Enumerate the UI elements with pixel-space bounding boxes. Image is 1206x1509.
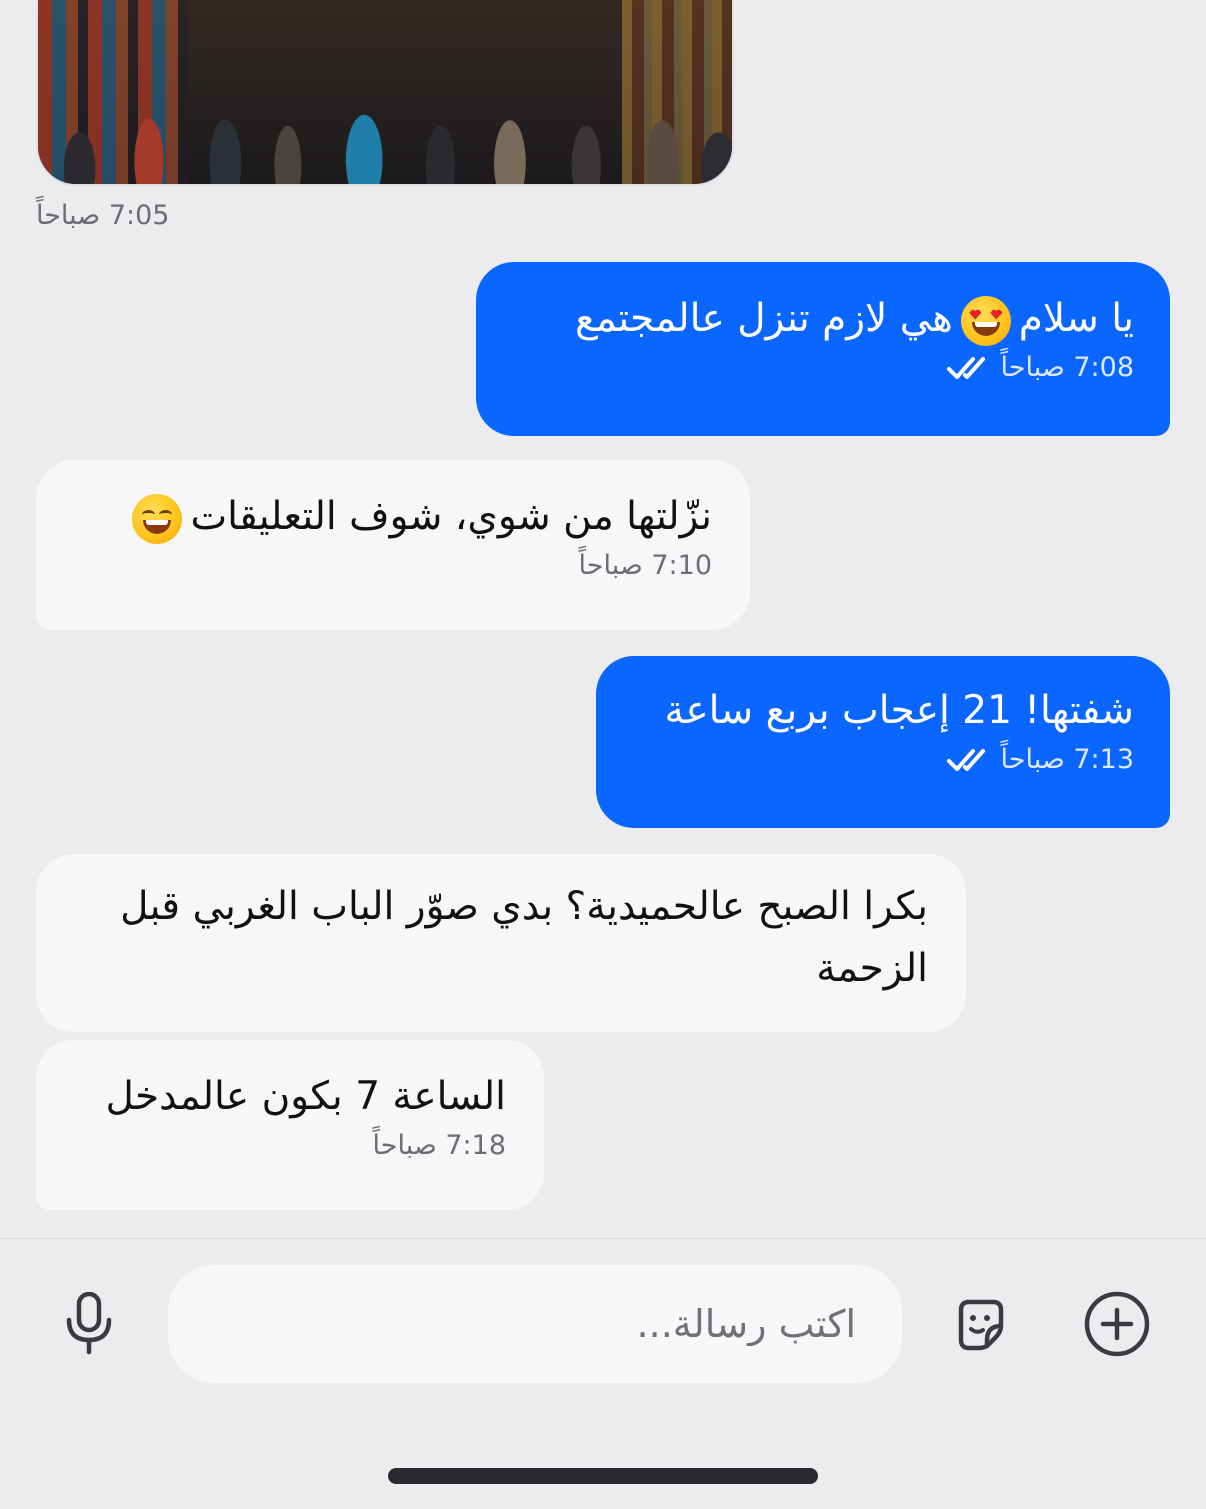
grinning-emoji-icon: [132, 493, 183, 544]
photo-crowd: [38, 34, 732, 184]
add-button[interactable]: [1082, 1289, 1152, 1359]
message-text: الساعة 7 بكون عالمدخل: [105, 1074, 507, 1119]
sticker-icon: [958, 1299, 1004, 1351]
message-meta: 7:08 صباحاً: [512, 352, 1134, 383]
message-text: يا سلام هي لازم تنزل عالمجتمع: [512, 288, 1134, 350]
double-check-icon: [946, 356, 985, 379]
home-indicator[interactable]: [388, 1468, 818, 1484]
message-meta: 7:13 صباحاً: [632, 744, 1134, 775]
message-bubble-outgoing[interactable]: يا سلام هي لازم تنزل عالمجتمع 7:08 صباحاً: [476, 262, 1170, 436]
message-text: شفتها! 21 إعجاب بربع ساعة: [664, 688, 1134, 733]
microphone-button[interactable]: [54, 1289, 124, 1359]
message-input[interactable]: [168, 1265, 902, 1383]
sticker-button[interactable]: [946, 1289, 1016, 1359]
message-time: 7:18 صباحاً: [372, 1130, 506, 1161]
double-check-icon: [946, 748, 985, 771]
message-time: 7:10 صباحاً: [578, 550, 712, 581]
photo-message[interactable]: [36, 0, 734, 186]
message-bubble-incoming[interactable]: بكرا الصبح عالحميدية؟ بدي صوّر الباب الغ…: [36, 854, 966, 1032]
message-text: بكرا الصبح عالحميدية؟ بدي صوّر الباب الغ…: [120, 884, 928, 991]
message-text: نزّلتها من شوي، شوف التعليقات: [74, 486, 712, 548]
microphone-icon: [66, 1292, 112, 1355]
photo-lights: [188, 0, 622, 32]
message-bubble-incoming[interactable]: نزّلتها من شوي، شوف التعليقات 7:10 صباحا…: [36, 460, 750, 630]
photo-timestamp: 7:05 صباحاً: [36, 200, 170, 231]
message-bubble-outgoing[interactable]: شفتها! 21 إعجاب بربع ساعة 7:13 صباحاً: [596, 656, 1170, 828]
heart-eyes-emoji-icon: [960, 295, 1011, 346]
message-meta: 7:18 صباحاً: [74, 1130, 506, 1161]
message-time: 7:08 صباحاً: [1000, 352, 1134, 383]
message-time: 7:13 صباحاً: [1000, 744, 1134, 775]
message-bubble-incoming[interactable]: الساعة 7 بكون عالمدخل 7:18 صباحاً: [36, 1040, 544, 1210]
message-meta: 7:10 صباحاً: [74, 550, 712, 581]
add-icon: [1084, 1291, 1150, 1357]
